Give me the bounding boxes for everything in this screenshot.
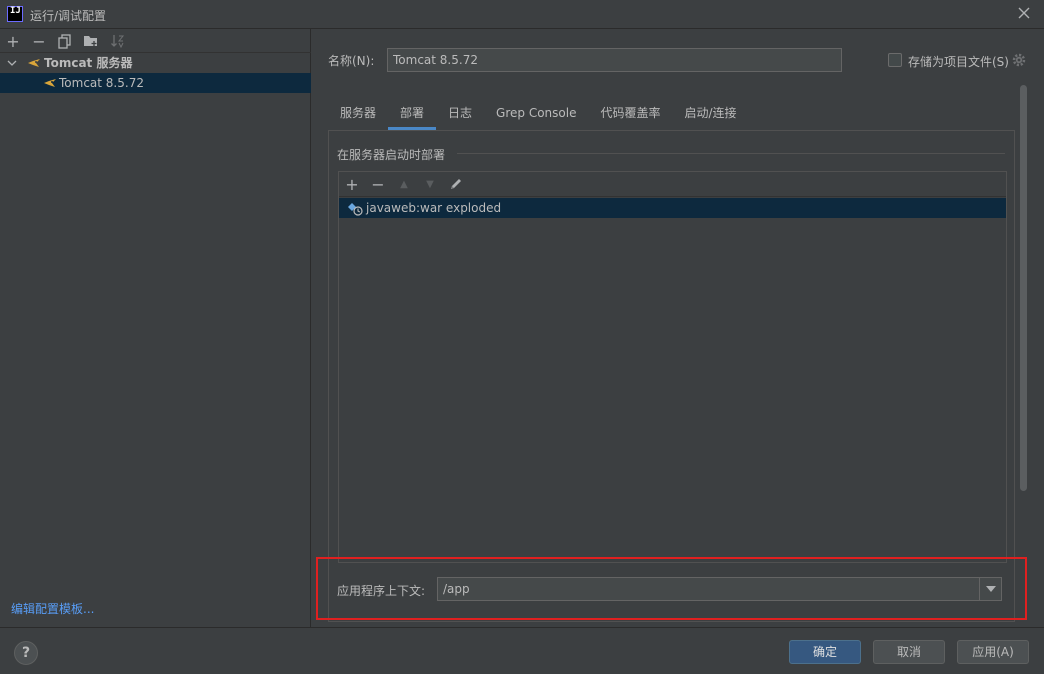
tree-group-tomcat-server[interactable]: Tomcat 服务器 xyxy=(0,53,311,73)
tree-item-label: Tomcat 8.5.72 xyxy=(59,76,144,90)
section-divider xyxy=(457,153,1005,154)
name-label: 名称(N): xyxy=(328,54,375,68)
edit-icon[interactable] xyxy=(448,176,464,192)
add-icon[interactable]: + xyxy=(344,175,360,194)
apply-button[interactable]: 应用(A) xyxy=(957,640,1029,664)
tab-deployment[interactable]: 部署 xyxy=(388,99,437,130)
tree-group-label: Tomcat 服务器 xyxy=(44,56,133,70)
sort-icon[interactable] xyxy=(109,33,125,49)
tomcat-icon xyxy=(44,79,56,87)
application-context-value[interactable]: /app xyxy=(443,582,470,596)
deployment-tab-panel: 在服务器启动时部署 + − ▲ ▼ javaweb:war exploded 应… xyxy=(328,130,1015,622)
move-down-icon[interactable]: ▼ xyxy=(422,176,438,192)
store-as-project-file-label[interactable]: 存储为项目文件(S) xyxy=(908,53,1009,70)
move-up-icon[interactable]: ▲ xyxy=(396,176,412,192)
ok-button[interactable]: 确定 xyxy=(789,640,861,664)
configuration-tree: Tomcat 服务器 Tomcat 8.5.72 xyxy=(0,53,311,93)
deployment-toolbar: + − ▲ ▼ xyxy=(339,172,1006,197)
name-input[interactable] xyxy=(387,48,842,72)
title-bar: IJ 运行/调试配置 xyxy=(0,0,1044,29)
tree-item-tomcat-8-5-72[interactable]: Tomcat 8.5.72 xyxy=(0,73,311,93)
gear-icon[interactable] xyxy=(1011,52,1027,68)
deployment-list-box: + − ▲ ▼ javaweb:war exploded xyxy=(338,171,1007,563)
tab-code-coverage[interactable]: 代码覆盖率 xyxy=(588,99,672,130)
deploy-item-label: javaweb:war exploded xyxy=(366,201,502,215)
tab-logs[interactable]: 日志 xyxy=(436,99,484,130)
dialog-button-bar: ? 确定 取消 应用(A) xyxy=(0,627,1044,674)
folder-icon[interactable] xyxy=(83,33,99,49)
store-as-project-file-checkbox[interactable] xyxy=(888,53,902,67)
list-item[interactable]: javaweb:war exploded xyxy=(339,198,1006,218)
deploy-section-title: 在服务器启动时部署 xyxy=(337,148,446,162)
copy-icon[interactable] xyxy=(57,33,73,49)
remove-icon[interactable]: − xyxy=(31,32,47,51)
intellij-app-icon: IJ xyxy=(7,6,23,22)
cancel-button[interactable]: 取消 xyxy=(873,640,945,664)
add-icon[interactable]: + xyxy=(5,32,21,51)
chevron-down-icon[interactable] xyxy=(6,53,18,73)
tomcat-icon xyxy=(28,59,40,67)
window-title: 运行/调试配置 xyxy=(30,9,107,23)
remove-icon[interactable]: − xyxy=(370,175,386,194)
edit-templates-link[interactable]: 编辑配置模板... xyxy=(11,600,94,617)
application-context-combobox[interactable]: /app xyxy=(437,577,1002,601)
configurations-toolbar: + − xyxy=(0,29,311,53)
application-context-label: 应用程序上下文: xyxy=(337,584,426,598)
artifact-icon xyxy=(348,203,363,216)
configuration-details-panel: 名称(N): 存储为项目文件(S) 服务器 部署 日志 Grep Console… xyxy=(312,29,1044,627)
deployment-list: javaweb:war exploded xyxy=(339,198,1006,562)
config-tabs: 服务器 部署 日志 Grep Console 代码覆盖率 启动/连接 xyxy=(328,99,749,130)
close-icon[interactable] xyxy=(1016,5,1032,21)
tab-server[interactable]: 服务器 xyxy=(328,99,388,130)
chevron-down-icon xyxy=(985,586,996,592)
configurations-panel: + − Tomcat 服务器 Tomcat 8.5.72 编辑配置模板... xyxy=(0,29,311,627)
tab-startup-connection[interactable]: 启动/连接 xyxy=(672,99,748,130)
combo-dropdown-button[interactable] xyxy=(979,578,1001,600)
tab-grep-console[interactable]: Grep Console xyxy=(484,99,588,130)
help-button[interactable]: ? xyxy=(14,641,38,665)
vertical-scrollbar[interactable] xyxy=(1020,85,1027,491)
